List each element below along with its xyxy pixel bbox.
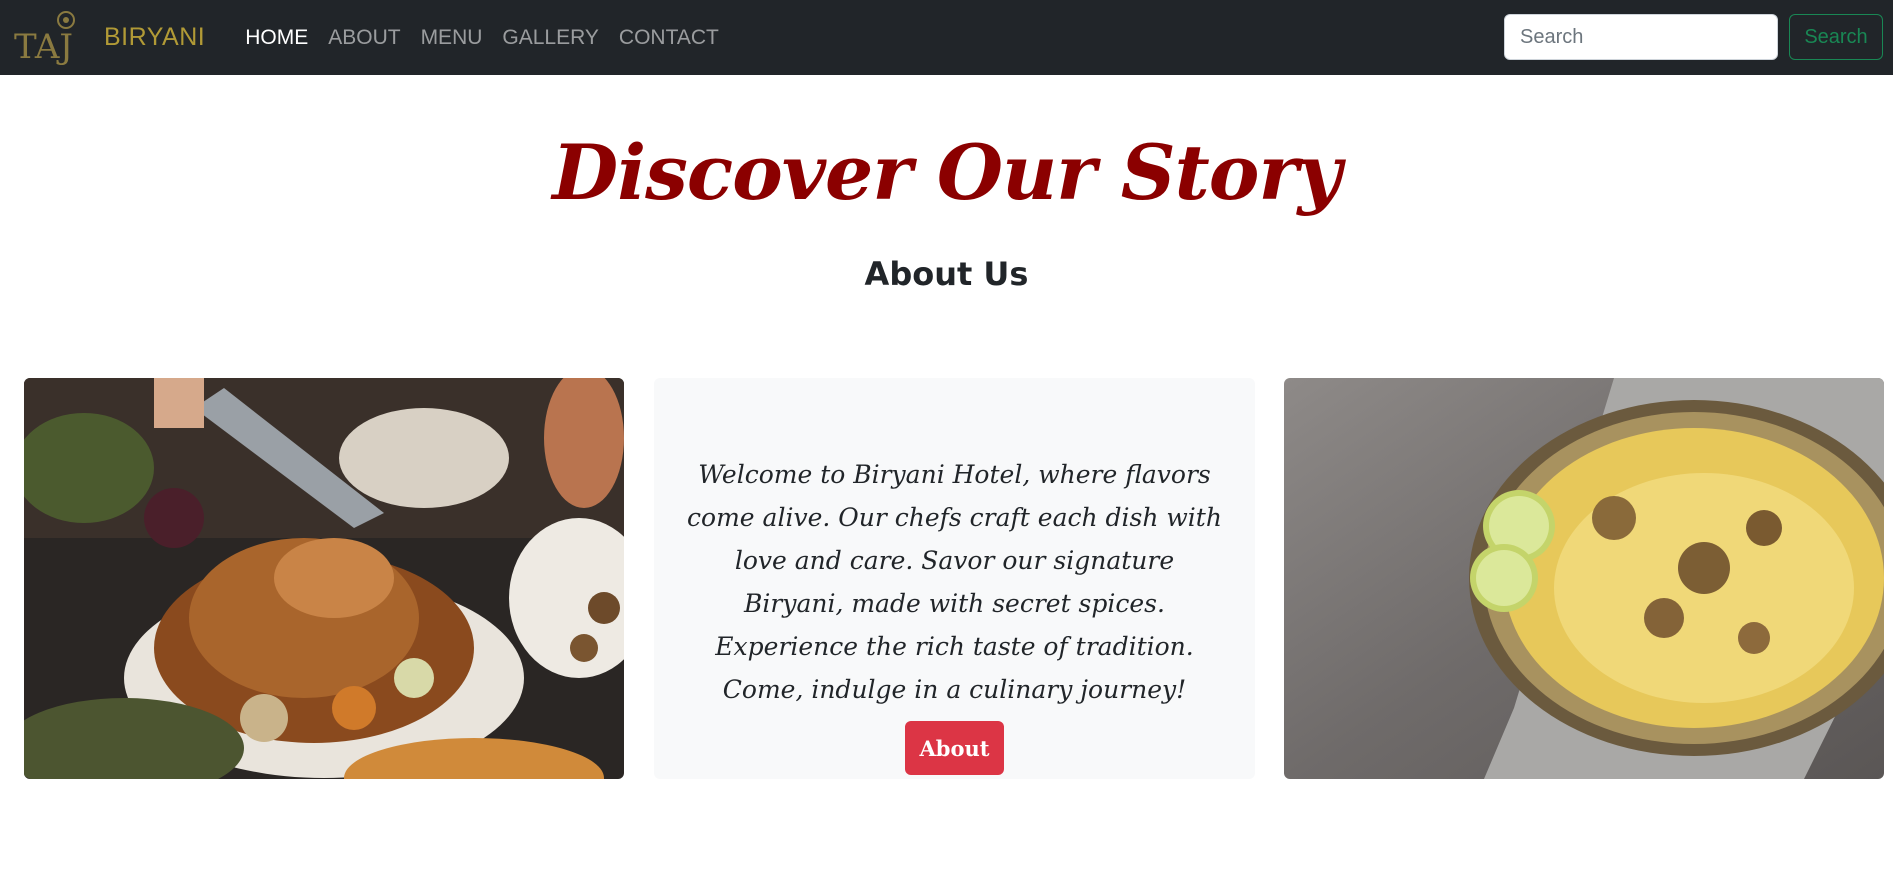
biryani-plate-photo [1284, 378, 1884, 779]
brand-link[interactable]: TAJ BIRYANI [14, 0, 205, 75]
about-button[interactable]: About [904, 721, 1005, 775]
search-form: Search [1504, 14, 1883, 60]
search-input[interactable] [1504, 14, 1778, 60]
nav-menu-link[interactable]: MENU [411, 26, 493, 50]
nav-home[interactable]: HOME [235, 26, 318, 50]
brand-name: BIRYANI [104, 23, 206, 51]
nav-contact[interactable]: CONTACT [609, 26, 729, 50]
about-card: Welcome to Biryani Hotel, where flavors … [654, 378, 1255, 779]
taj-logo-icon: TAJ [14, 10, 75, 67]
navbar: TAJ BIRYANI HOME ABOUT MENU GALLERY CONT… [0, 0, 1893, 75]
nav-gallery[interactable]: GALLERY [492, 26, 609, 50]
svg-text:TAJ: TAJ [14, 27, 73, 67]
search-button[interactable]: Search [1789, 14, 1883, 60]
section-subtitle: About Us [864, 255, 1029, 293]
nav-about[interactable]: ABOUT [318, 26, 410, 50]
roast-chicken-photo [24, 378, 624, 779]
about-text: Welcome to Biryani Hotel, where flavors … [687, 460, 1222, 704]
page-title: Discover Our Story [552, 128, 1341, 217]
nav-menu: HOME ABOUT MENU GALLERY CONTACT [235, 26, 729, 50]
